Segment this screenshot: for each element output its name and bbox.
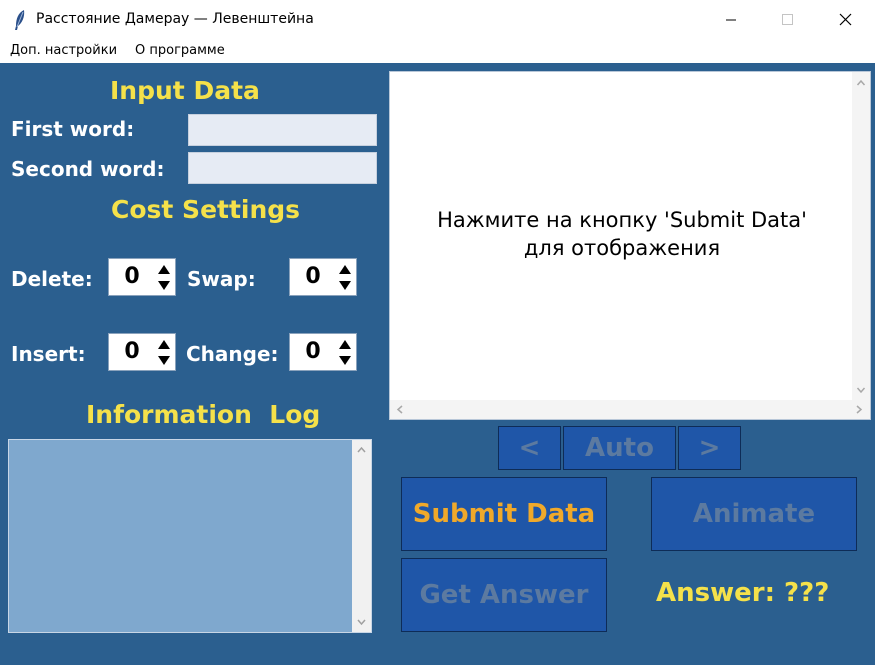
- input-data-heading: Input Data: [110, 76, 260, 105]
- prev-step-label: <: [518, 433, 541, 463]
- arrow-up-icon: [158, 264, 170, 274]
- change-cost-label: Change:: [186, 342, 279, 366]
- scroll-right-icon: [856, 405, 863, 414]
- swap-cost-spinbox[interactable]: 0: [289, 258, 357, 296]
- insert-cost-label: Insert:: [11, 342, 86, 366]
- animate-button[interactable]: Animate: [651, 477, 857, 551]
- minimize-icon: [726, 19, 736, 21]
- arrow-down-icon: [158, 280, 170, 290]
- arrow-down-icon: [339, 280, 351, 290]
- information-log-heading: Information Log: [86, 400, 321, 429]
- get-answer-label: Get Answer: [419, 580, 589, 610]
- submit-data-label: Submit Data: [412, 499, 596, 529]
- canvas-message-line1: Нажмите на кнопку 'Submit Data': [437, 208, 807, 232]
- change-cost-down-button[interactable]: [336, 352, 354, 369]
- menu-bar: [0, 40, 875, 63]
- arrow-up-icon: [339, 339, 351, 349]
- maximize-button[interactable]: [759, 0, 817, 40]
- insert-cost-up-button[interactable]: [155, 335, 173, 352]
- insert-cost-down-button[interactable]: [155, 352, 173, 369]
- get-answer-button[interactable]: Get Answer: [401, 558, 607, 632]
- arrow-down-icon: [158, 355, 170, 365]
- prev-step-button[interactable]: <: [498, 426, 561, 470]
- log-vertical-scrollbar[interactable]: [352, 440, 371, 632]
- menu-about[interactable]: О программе: [135, 43, 225, 58]
- menu-advanced-settings[interactable]: Доп. настройки: [10, 43, 117, 58]
- insert-cost-value: 0: [124, 339, 140, 364]
- delete-cost-down-button[interactable]: [155, 277, 173, 294]
- change-cost-spinbox[interactable]: 0: [289, 333, 357, 371]
- matrix-canvas[interactable]: Нажмите на кнопку 'Submit Data' для отоб…: [389, 71, 871, 420]
- canvas-placeholder-message: Нажмите на кнопку 'Submit Data' для отоб…: [390, 206, 854, 262]
- close-icon: [839, 13, 852, 26]
- change-cost-up-button[interactable]: [336, 335, 354, 352]
- cost-settings-heading: Cost Settings: [111, 195, 301, 224]
- canvas-vertical-scrollbar[interactable]: [852, 72, 870, 401]
- delete-cost-spinbox[interactable]: 0: [108, 258, 176, 296]
- second-word-label: Second word:: [11, 157, 165, 181]
- swap-cost-up-button[interactable]: [336, 260, 354, 277]
- answer-display: Answer: ???: [656, 578, 830, 608]
- next-step-label: >: [698, 433, 721, 463]
- swap-cost-down-button[interactable]: [336, 277, 354, 294]
- canvas-message-line2: для отображения: [523, 236, 721, 260]
- swap-cost-label: Swap:: [187, 267, 256, 291]
- arrow-down-icon: [339, 355, 351, 365]
- swap-cost-value: 0: [305, 264, 321, 289]
- next-step-button[interactable]: >: [678, 426, 741, 470]
- insert-cost-spinbox[interactable]: 0: [108, 333, 176, 371]
- scroll-up-icon: [357, 446, 366, 453]
- scroll-down-icon: [856, 387, 866, 394]
- scroll-left-icon: [396, 405, 403, 414]
- maximize-icon: [782, 14, 793, 25]
- arrow-up-icon: [339, 264, 351, 274]
- arrow-up-icon: [158, 339, 170, 349]
- canvas-horizontal-scrollbar[interactable]: [390, 400, 870, 419]
- submit-data-button[interactable]: Submit Data: [401, 477, 607, 551]
- delete-cost-label: Delete:: [11, 267, 93, 291]
- scroll-down-icon: [357, 619, 366, 626]
- close-button[interactable]: [817, 0, 875, 40]
- scroll-up-icon: [856, 79, 866, 86]
- first-word-input[interactable]: [188, 114, 377, 146]
- delete-cost-up-button[interactable]: [155, 260, 173, 277]
- feather-icon: [15, 10, 25, 30]
- delete-cost-value: 0: [124, 264, 140, 289]
- animate-label: Animate: [692, 499, 816, 529]
- title-bar: Расстояние Дамерау — Левенштейна: [0, 0, 875, 40]
- information-log-text[interactable]: [8, 439, 372, 633]
- first-word-label: First word:: [11, 117, 135, 141]
- second-word-input[interactable]: [188, 152, 377, 184]
- minimize-button[interactable]: [702, 0, 760, 40]
- change-cost-value: 0: [305, 339, 321, 364]
- auto-button[interactable]: Auto: [563, 426, 676, 470]
- auto-label: Auto: [585, 433, 654, 463]
- window-title: Расстояние Дамерау — Левенштейна: [36, 11, 314, 27]
